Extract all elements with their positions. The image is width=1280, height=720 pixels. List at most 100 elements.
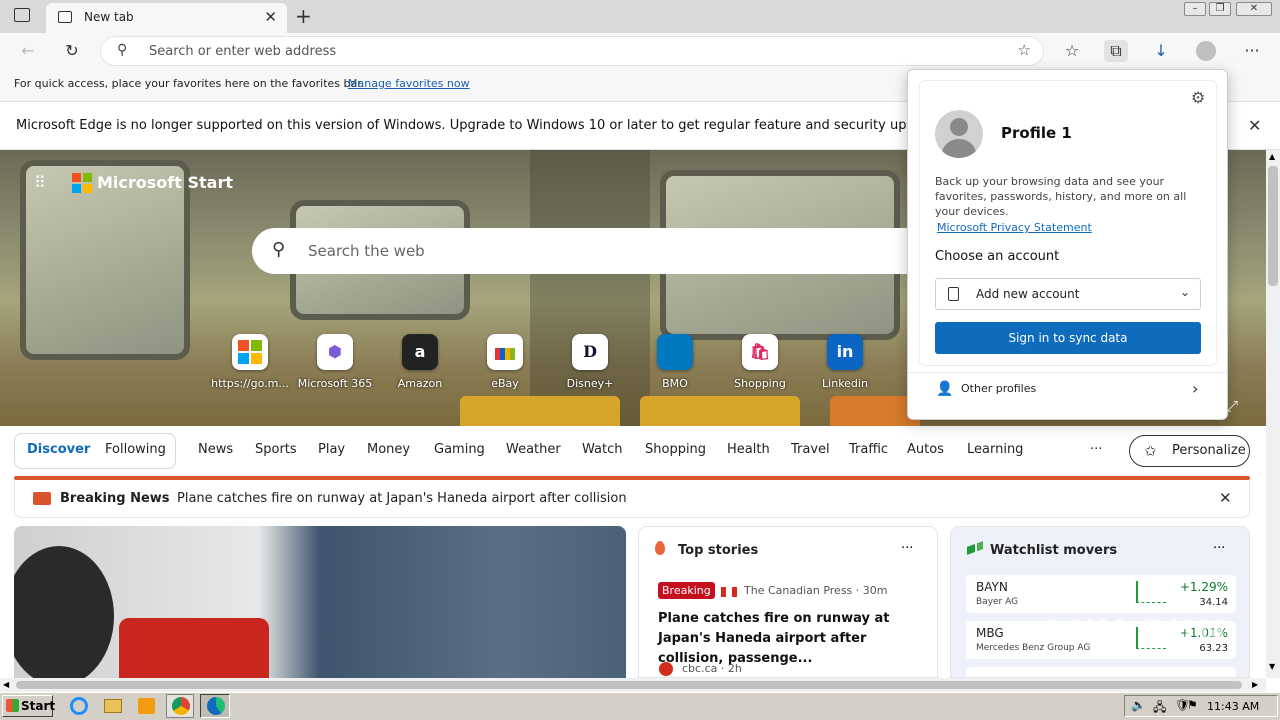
quick-link-tile[interactable]: D Disney+ (548, 334, 632, 394)
watchlist-row-partial[interactable] (966, 667, 1236, 677)
disney-icon: D (572, 334, 608, 370)
refresh-icon[interactable]: ↻ (60, 40, 84, 62)
nav-autos[interactable]: Autos (907, 442, 944, 457)
tile-label: Microsoft 365 (297, 377, 373, 390)
address-bar[interactable]: ⚲ Search or enter web address ☆ (100, 36, 1044, 66)
nav-shopping[interactable]: Shopping (645, 442, 706, 457)
nav-health[interactable]: Health (727, 442, 770, 457)
nav-news[interactable]: News (198, 442, 233, 457)
nav-gaming[interactable]: Gaming (434, 442, 485, 457)
tab-discover[interactable]: Discover (27, 442, 90, 457)
close-notice-icon[interactable]: ✕ (1248, 116, 1261, 135)
company-name: Bayer AG (976, 597, 1019, 607)
personalize-label: Personalize (1172, 443, 1246, 458)
quick-link-tile[interactable]: eBay (463, 334, 547, 394)
manage-favorites-link[interactable]: Manage favorites now (348, 77, 470, 90)
watchlist-more-icon[interactable]: ··· (1213, 541, 1225, 556)
privacy-link[interactable]: Microsoft Privacy Statement (937, 221, 1092, 234)
clock[interactable]: 11:43 AM (1207, 700, 1259, 713)
story-headline[interactable]: Plane catches fire on runway at Japan's … (658, 609, 922, 669)
downloads-icon[interactable]: ↓ (1149, 40, 1173, 62)
personalize-button[interactable]: ✩ Personalize (1129, 435, 1250, 467)
scroll-up-icon[interactable]: ▲ (1269, 152, 1275, 161)
story-source: The Canadian Press · 30m (744, 584, 888, 597)
profile-settings-icon[interactable]: ⚙ (1191, 88, 1205, 107)
vertical-scrollbar[interactable]: ▲ ▼ (1266, 150, 1280, 678)
app-launcher-icon[interactable]: ⠿ (34, 173, 54, 193)
settings-more-icon[interactable]: ··· (1240, 40, 1264, 62)
quick-link-tile[interactable]: BMO (633, 334, 717, 394)
nav-traffic[interactable]: Traffic (849, 442, 888, 457)
watchlist-title: Watchlist movers (990, 543, 1118, 558)
collections-icon[interactable]: ⧉ (1104, 40, 1128, 62)
microsoft-start-brand[interactable]: Microsoft Start (97, 173, 233, 192)
chevron-right-icon: › (1192, 379, 1199, 398)
nav-watch[interactable]: Watch (582, 442, 622, 457)
close-tab-icon[interactable]: ✕ (264, 8, 277, 26)
tile-label: Linkedin (822, 377, 868, 390)
network-icon[interactable]: 🖧 (1153, 698, 1166, 719)
top-stories-more-icon[interactable]: ··· (901, 541, 913, 556)
volume-icon[interactable]: 🔈 (1131, 698, 1146, 712)
nav-learning[interactable]: Learning (967, 442, 1023, 457)
shopping-bag-icon: 🛍 (742, 334, 778, 370)
tile-label: BMO (662, 377, 688, 390)
scroll-down-icon[interactable]: ▼ (1269, 662, 1275, 671)
breaking-headline[interactable]: Plane catches fire on runway at Japan's … (177, 491, 627, 506)
chrome-logo (172, 697, 190, 715)
tab-new-tab[interactable]: New tab ✕ (46, 3, 287, 33)
quick-link-tile[interactable]: 🛍 Shopping (718, 334, 802, 394)
scroll-thumb[interactable] (1268, 166, 1278, 286)
scroll-thumb-h[interactable] (16, 681, 1242, 689)
horizontal-scrollbar[interactable]: ◀ ▶ (0, 678, 1266, 692)
restore-button[interactable]: ❐ (1209, 2, 1231, 16)
minimize-button[interactable]: – (1184, 2, 1206, 16)
back-icon[interactable]: ← (16, 40, 40, 62)
nav-money[interactable]: Money (367, 442, 410, 457)
tile-label: Amazon (397, 377, 443, 390)
tab-following[interactable]: Following (105, 442, 166, 457)
web-search-icon: ⚲ (272, 239, 286, 260)
hero-story-image[interactable] (14, 526, 626, 678)
explorer-icon[interactable] (104, 699, 122, 713)
sign-in-button[interactable]: Sign in to sync data (935, 322, 1201, 354)
favorites-icon[interactable]: ☆ (1060, 40, 1084, 62)
account-dropdown[interactable]: Add new account ⌄ (935, 278, 1201, 310)
nav-travel[interactable]: Travel (791, 442, 830, 457)
tile-label: Shopping (734, 377, 786, 390)
scroll-left-icon[interactable]: ◀ (3, 680, 9, 689)
fuel-nozzle-image (119, 618, 269, 678)
system-tray: 🔈 🖧 🛡 ⚑ 11:43 AM (1124, 695, 1278, 717)
watchlist-row[interactable]: BAYN Bayer AG +1.29% 34.14 (966, 575, 1236, 613)
nav-sports[interactable]: Sports (255, 442, 297, 457)
ie-icon[interactable] (70, 697, 88, 715)
close-breaking-icon[interactable]: ✕ (1219, 489, 1232, 507)
favorites-bar-text: For quick access, place your favorites h… (14, 77, 365, 90)
new-tab-button[interactable]: + (295, 4, 312, 28)
profile-avatar-icon[interactable] (1196, 41, 1216, 61)
other-profiles-label: Other profiles (961, 382, 1037, 395)
m365-icon: ⬢ (317, 334, 353, 370)
nav-weather[interactable]: Weather (506, 442, 561, 457)
edge-icon[interactable] (200, 694, 230, 718)
quick-link-tile[interactable]: https://go.m... (208, 334, 292, 394)
nav-more-button[interactable]: ··· (1090, 442, 1102, 457)
chrome-icon[interactable] (166, 694, 194, 718)
notice-text: Microsoft Edge is no longer supported on… (16, 118, 906, 133)
flag-icon[interactable]: ⚑ (1187, 698, 1198, 712)
close-window-button[interactable]: ✕ (1236, 2, 1272, 16)
media-player-icon[interactable] (138, 698, 155, 714)
breaking-news-bar[interactable]: Breaking News Plane catches fire on runw… (14, 480, 1250, 518)
add-favorite-icon[interactable]: ☆ (1018, 41, 1031, 59)
quick-link-tile[interactable]: ⬢ Microsoft 365 (293, 334, 377, 394)
badge-icon (948, 287, 959, 301)
tab-actions-icon[interactable] (14, 8, 30, 22)
tile-label: https://go.m... (211, 377, 289, 390)
start-button[interactable]: Start (2, 695, 55, 717)
quick-link-tile[interactable]: a Amazon (378, 334, 462, 394)
scroll-right-icon[interactable]: ▶ (1252, 680, 1258, 689)
quick-link-tile[interactable]: in Linkedin (803, 334, 887, 394)
nav-play[interactable]: Play (318, 442, 345, 457)
web-search-box[interactable]: ⚲ Search the web (252, 228, 952, 274)
other-profiles-row[interactable]: 👤 Other profiles › (908, 372, 1227, 406)
